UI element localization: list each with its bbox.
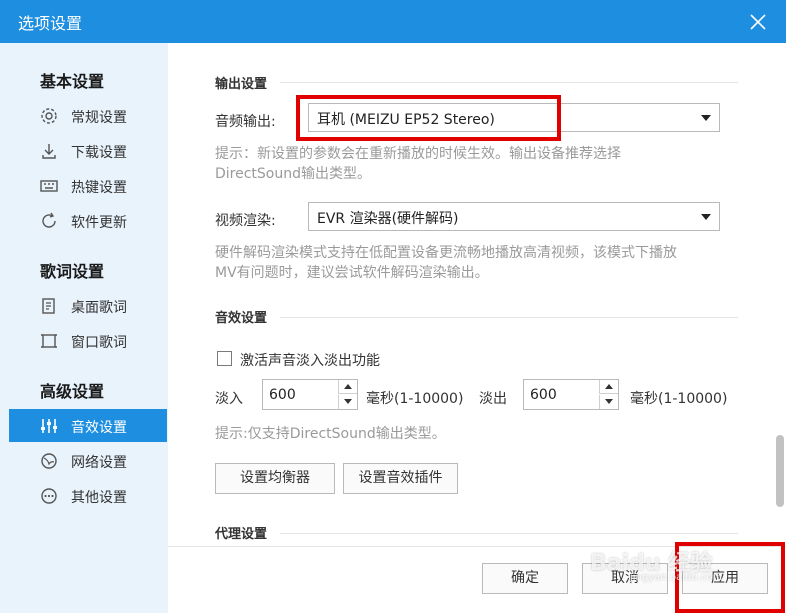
settings-icon — [41, 108, 57, 124]
sidebar-item-label: 窗口歌词 — [71, 335, 127, 351]
section-divider — [280, 317, 738, 318]
more-icon — [41, 488, 57, 504]
fade-checkbox-label: 激活声音淡入淡出功能 — [240, 353, 380, 369]
group-title-advanced: 高级设置 — [40, 382, 105, 401]
sidebar-item-general[interactable]: 常规设置 — [9, 99, 167, 132]
group-title-basic: 基本设置 — [40, 72, 105, 91]
fade-out-label: 淡出 — [479, 391, 507, 407]
fade-out-stepper[interactable] — [523, 379, 619, 410]
apply-button[interactable]: 应用 — [682, 563, 768, 594]
sidebar-item-label: 下载设置 — [71, 145, 127, 161]
update-icon — [42, 212, 56, 228]
close-icon[interactable] — [748, 12, 768, 32]
effects-plugin-button[interactable]: 设置音效插件 — [343, 463, 458, 494]
video-render-value: EVR 渲染器(硬件解码) — [317, 211, 459, 227]
fade-in-stepper[interactable] — [262, 379, 358, 410]
sidebar-item-label: 常规设置 — [71, 110, 127, 126]
hint-line: 硬件解码渲染模式支持在低配置设备更流畅地播放高清视频，该模式下播放 — [215, 245, 677, 261]
sidebar-item-label: 音效设置 — [71, 420, 127, 436]
download-icon — [42, 144, 56, 159]
stepper-down-icon[interactable] — [599, 395, 618, 409]
sidebar-item-label: 网络设置 — [71, 455, 127, 471]
sidebar-item-other[interactable]: 其他设置 — [9, 479, 167, 512]
group-title-lyrics: 歌词设置 — [40, 262, 105, 281]
section-title-effects: 音效设置 — [215, 311, 268, 326]
fade-checkbox[interactable] — [217, 351, 232, 366]
stepper-down-icon[interactable] — [338, 395, 357, 409]
effects-hint: 提示:仅支持DirectSound输出类型。 — [215, 426, 446, 442]
sidebar-item-update[interactable]: 软件更新 — [9, 204, 167, 237]
ok-button[interactable]: 确定 — [482, 563, 568, 594]
sidebar-item-label: 其他设置 — [71, 490, 127, 506]
section-title-proxy: 代理设置 — [215, 527, 268, 542]
sidebar-item-label: 桌面歌词 — [71, 300, 127, 316]
sidebar-item-desktop-lyrics[interactable]: 桌面歌词 — [9, 289, 167, 322]
keyboard-icon — [40, 180, 58, 192]
equalizer-icon — [41, 419, 57, 433]
fade-in-label: 淡入 — [215, 391, 243, 407]
sidebar-item-window-lyrics[interactable]: 窗口歌词 — [9, 324, 167, 357]
window-lyrics-icon — [41, 334, 57, 348]
settings-content[interactable]: 输出设置 音频输出: 耳机 (MEIZU EP52 Stereo) 提示：新设置… — [168, 43, 786, 613]
network-icon — [41, 453, 57, 469]
hint-line: 提示：新设置的参数会在重新播放的时候生效。输出设备推荐选择 — [215, 146, 621, 162]
hint-line: MV有问题时，建议尝试软件解码渲染输出。 — [215, 265, 489, 281]
scrollbar-thumb[interactable] — [776, 435, 784, 507]
sidebar: 基本设置 常规设置 下载设置 热键设置 软件更新 歌词设置 桌面歌词 窗口歌词 … — [0, 43, 168, 613]
sidebar-item-hotkeys[interactable]: 热键设置 — [9, 169, 167, 202]
sidebar-item-label: 热键设置 — [71, 180, 127, 196]
desktop-lyrics-icon — [42, 298, 55, 314]
fade-in-input[interactable] — [264, 381, 336, 408]
equalizer-button[interactable]: 设置均衡器 — [215, 463, 335, 494]
audio-output-value: 耳机 (MEIZU EP52 Stereo) — [317, 112, 495, 128]
audio-output-select[interactable]: 耳机 (MEIZU EP52 Stereo) — [308, 103, 720, 132]
sidebar-item-sound-effects[interactable]: 音效设置 — [9, 409, 167, 442]
chevron-down-icon — [701, 115, 711, 121]
chevron-down-icon — [701, 214, 711, 220]
stepper-up-icon[interactable] — [338, 380, 357, 394]
sidebar-item-download[interactable]: 下载设置 — [9, 134, 167, 167]
title-bar: 选项设置 — [0, 0, 786, 43]
section-title-output: 输出设置 — [215, 77, 268, 92]
sidebar-item-label: 软件更新 — [71, 215, 127, 231]
fade-out-unit: 毫秒(1-10000) — [630, 391, 728, 407]
section-divider — [280, 82, 738, 83]
window-title: 选项设置 — [18, 14, 83, 33]
fade-out-input[interactable] — [525, 381, 597, 408]
cancel-button[interactable]: 取消 — [582, 563, 668, 594]
audio-output-label: 音频输出: — [215, 114, 276, 130]
video-render-select[interactable]: EVR 渲染器(硬件解码) — [308, 202, 720, 231]
audio-output-hint: 提示：新设置的参数会在重新播放的时候生效。输出设备推荐选择 DirectSoun… — [215, 144, 725, 184]
video-render-label: 视频渲染: — [215, 213, 276, 229]
footer-bar: 确定 取消 应用 — [168, 547, 786, 613]
section-divider — [280, 533, 738, 534]
fade-in-unit: 毫秒(1-10000) — [366, 391, 464, 407]
hint-line: DirectSound输出类型。 — [215, 166, 372, 182]
sidebar-item-network[interactable]: 网络设置 — [9, 444, 167, 477]
stepper-up-icon[interactable] — [599, 380, 618, 394]
video-render-hint: 硬件解码渲染模式支持在低配置设备更流畅地播放高清视频，该模式下播放 MV有问题时… — [215, 243, 725, 283]
